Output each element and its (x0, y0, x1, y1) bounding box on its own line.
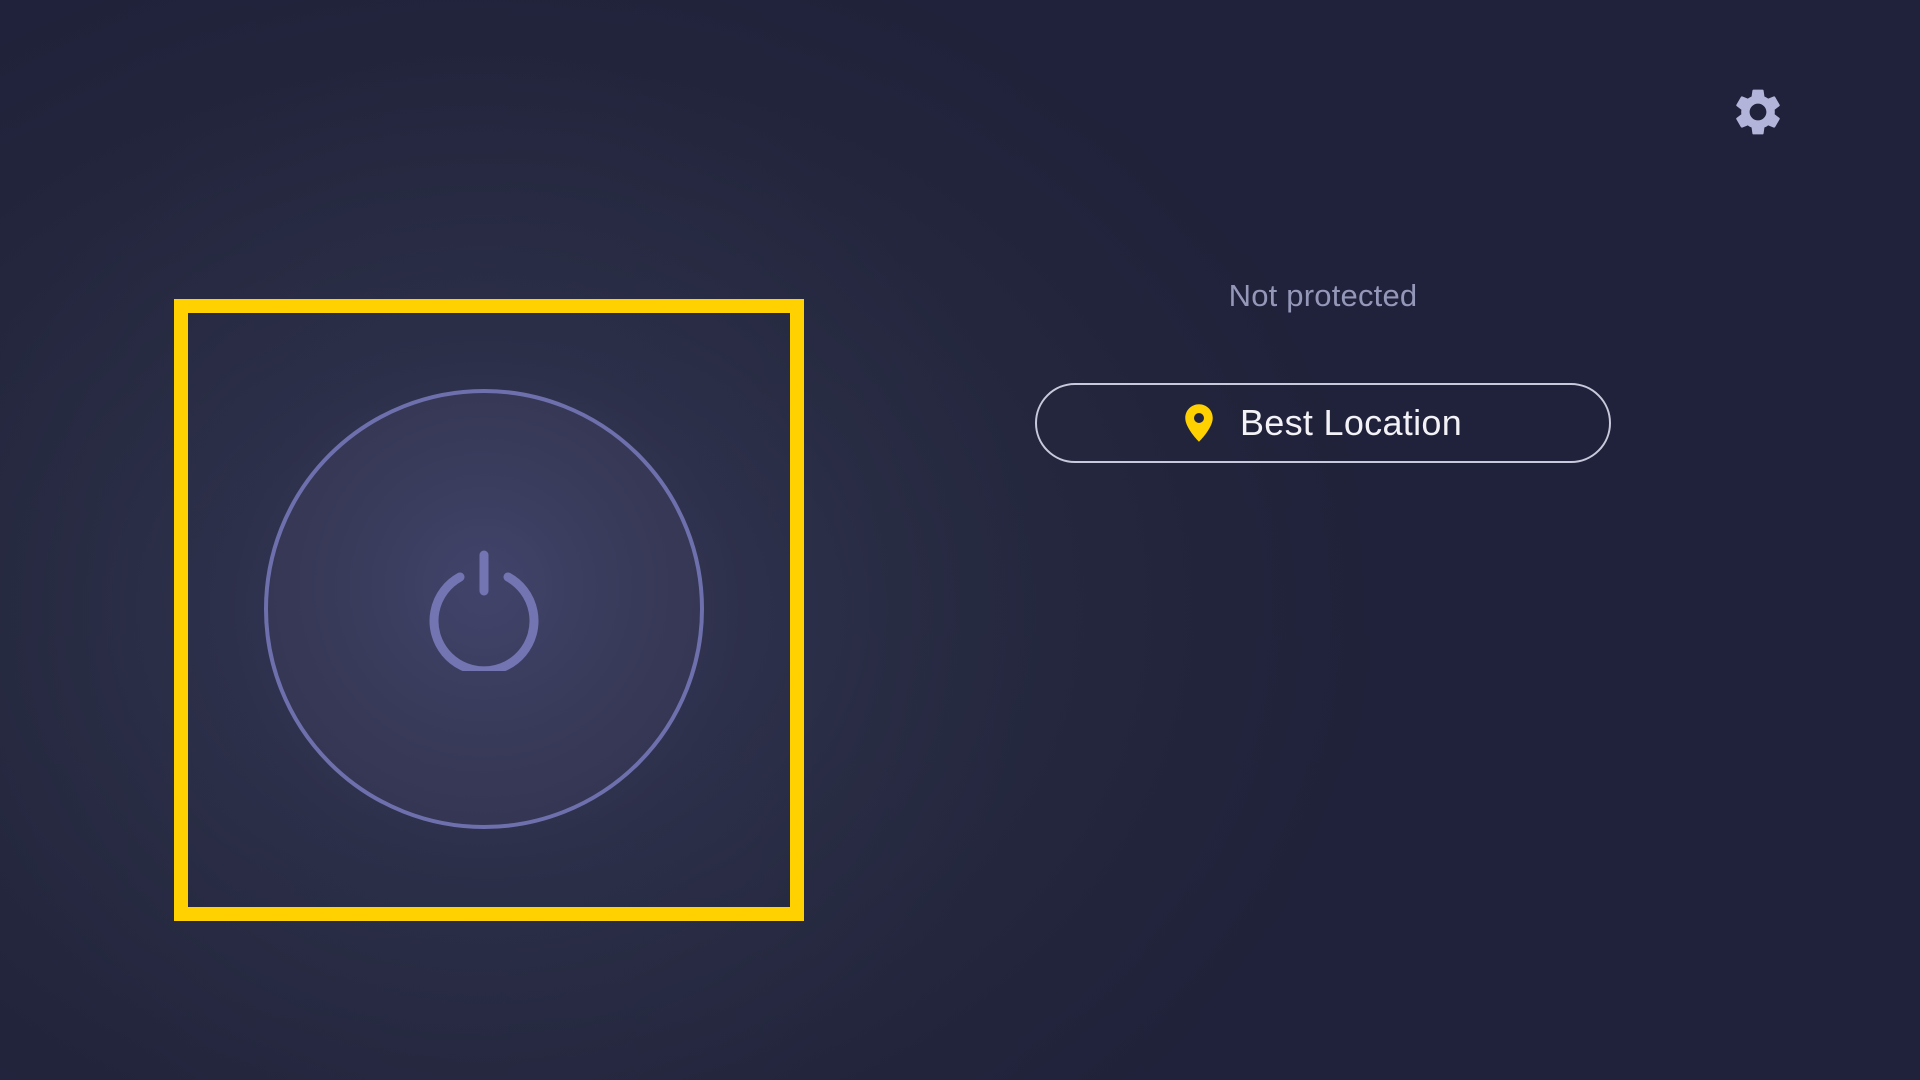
settings-button[interactable] (1726, 80, 1790, 144)
connection-status: Not protected (1228, 278, 1418, 313)
location-selector-button[interactable]: Best Location (1035, 383, 1611, 463)
power-icon (429, 550, 539, 671)
location-label: Best Location (1239, 402, 1463, 443)
connect-power-button[interactable] (264, 389, 704, 829)
location-pin-icon (1185, 404, 1213, 442)
gear-icon (1736, 89, 1780, 135)
vpn-home-screen: Not protected Best Location (0, 0, 1920, 1080)
